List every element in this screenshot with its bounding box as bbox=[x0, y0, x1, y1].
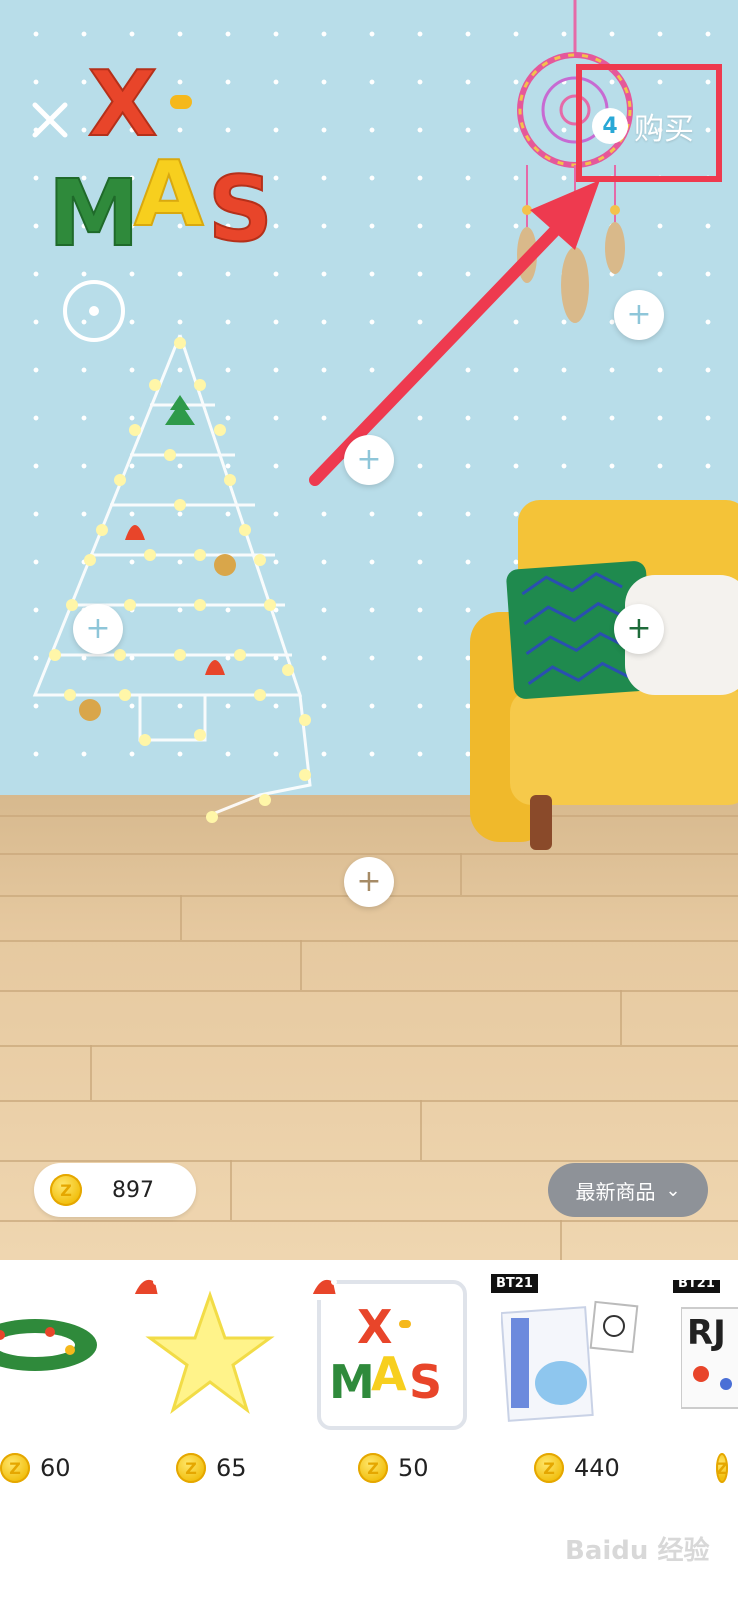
svg-text:M: M bbox=[48, 160, 140, 255]
star-thumbnail bbox=[145, 1290, 275, 1415]
shop-item-star[interactable] bbox=[132, 1279, 285, 1440]
add-slot-wall-right[interactable]: + bbox=[614, 290, 664, 340]
add-slot-sofa[interactable]: + bbox=[614, 604, 664, 654]
christmas-tree-lights bbox=[32, 334, 312, 823]
price-koya-poster: Z 440 bbox=[534, 1453, 620, 1483]
svg-text:S: S bbox=[409, 1355, 442, 1408]
close-icon bbox=[32, 102, 68, 138]
wreath-thumbnail bbox=[0, 1319, 97, 1371]
xmas-sign-thumbnail: X M A S bbox=[329, 1300, 442, 1408]
baidu-watermark: Baidu 经验 bbox=[565, 1536, 710, 1566]
svg-text:RJ: RJ bbox=[687, 1313, 726, 1353]
shop-item-koya-poster[interactable]: BT21 bbox=[491, 1274, 643, 1440]
coin-balance: Z 897 bbox=[34, 1163, 196, 1217]
shop-item-wreath[interactable] bbox=[0, 1280, 110, 1440]
buy-button[interactable]: 4 购买 bbox=[592, 104, 694, 148]
sofa bbox=[470, 500, 738, 850]
price-wreath: Z 60 bbox=[0, 1453, 71, 1483]
coin-icon: Z bbox=[358, 1453, 388, 1483]
rj-poster-thumbnail: RJ bbox=[681, 1307, 738, 1409]
xmas-logo: X M A S bbox=[48, 55, 274, 255]
sort-dropdown[interactable]: 最新商品 ⌄ bbox=[548, 1163, 708, 1217]
coin-icon: Z bbox=[0, 1453, 30, 1483]
koya-poster-thumbnail bbox=[501, 1300, 639, 1422]
svg-text:A: A bbox=[371, 1347, 407, 1401]
coin-icon: Z bbox=[716, 1453, 728, 1483]
shop-item-rj-poster[interactable]: BT21 RJ bbox=[673, 1280, 738, 1440]
coin-icon: Z bbox=[50, 1174, 82, 1206]
add-slot-floor[interactable]: + bbox=[344, 857, 394, 907]
view-toggle-button[interactable] bbox=[63, 280, 125, 342]
add-slot-tree[interactable]: + bbox=[73, 604, 123, 654]
coin-icon: Z bbox=[176, 1453, 206, 1483]
price-xmas-sign: Z 50 bbox=[358, 1453, 429, 1483]
bt21-badge: BT21 bbox=[491, 1274, 538, 1293]
shop-item-xmas-sign[interactable]: X M A S bbox=[310, 1279, 467, 1440]
annotation-arrow bbox=[309, 180, 600, 486]
price-star: Z 65 bbox=[176, 1453, 247, 1483]
close-button[interactable] bbox=[30, 100, 70, 140]
add-slot-wall-center[interactable]: + bbox=[344, 435, 394, 485]
coin-icon: Z bbox=[534, 1453, 564, 1483]
sort-label: 最新商品 bbox=[575, 1179, 656, 1204]
bt21-badge: BT21 bbox=[673, 1280, 720, 1293]
svg-text:A: A bbox=[134, 142, 204, 247]
buy-label: 购买 bbox=[634, 112, 694, 147]
santa-hat-icon bbox=[310, 1279, 338, 1300]
room-scene: X M A S 4 购买 + + + + + Z 897 最新商品 ⌄ bbox=[0, 0, 738, 1260]
buy-count-badge: 4 bbox=[592, 108, 628, 144]
svg-text:M: M bbox=[329, 1355, 375, 1408]
price-rj-poster: Z bbox=[716, 1453, 738, 1483]
chevron-down-icon: ⌄ bbox=[665, 1179, 681, 1201]
svg-text:X: X bbox=[357, 1300, 392, 1354]
coin-amount: 897 bbox=[112, 1177, 154, 1203]
svg-text:S: S bbox=[208, 157, 273, 255]
